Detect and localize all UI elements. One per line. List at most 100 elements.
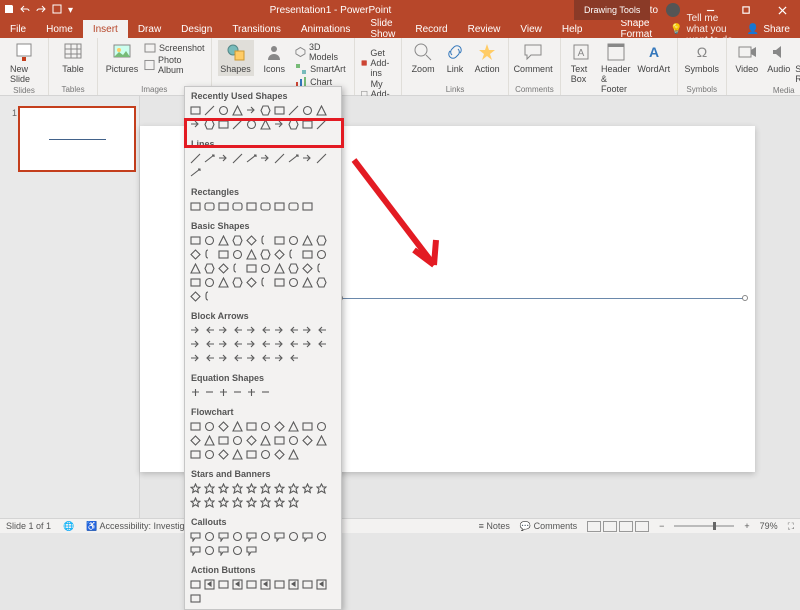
shape-item[interactable] [189,530,202,543]
shape-item[interactable] [217,434,230,447]
zoom-out-button[interactable]: − [659,521,664,531]
avatar[interactable] [666,3,680,17]
tab-design[interactable]: Design [171,20,222,38]
shape-item[interactable] [287,324,300,337]
language-indicator[interactable]: 🌐 [63,521,74,532]
shape-item[interactable] [189,544,202,557]
shape-item[interactable] [245,352,258,365]
shape-item[interactable] [189,482,202,495]
shape-item[interactable] [259,200,272,213]
undo-icon[interactable] [20,4,30,17]
shape-item[interactable] [259,338,272,351]
shape-item[interactable] [315,578,328,591]
shape-item[interactable] [273,104,286,117]
shape-item[interactable] [231,118,244,131]
line-handle-right[interactable] [742,295,748,301]
shape-item[interactable] [189,496,202,509]
shape-item[interactable] [287,530,300,543]
shape-item[interactable] [259,262,272,275]
view-buttons[interactable] [587,521,649,532]
shape-item[interactable] [245,482,258,495]
shape-item[interactable] [259,420,272,433]
zoom-level[interactable]: 79% [760,521,778,531]
shape-item[interactable] [231,482,244,495]
shape-item[interactable] [273,482,286,495]
shape-item[interactable] [189,352,202,365]
shape-item[interactable] [301,578,314,591]
shape-item[interactable] [189,234,202,247]
shape-item[interactable] [301,420,314,433]
symbols-button[interactable]: ΩSymbols [684,40,720,76]
shape-item[interactable] [231,352,244,365]
tab-draw[interactable]: Draw [128,20,171,38]
shape-item[interactable] [217,276,230,289]
shape-item[interactable] [273,448,286,461]
shape-item[interactable] [259,118,272,131]
shape-item[interactable] [203,434,216,447]
shape-item[interactable] [245,152,258,165]
shape-item[interactable] [273,200,286,213]
shape-item[interactable] [315,118,328,131]
fit-button[interactable]: ⛶ [788,521,794,532]
shape-item[interactable] [217,420,230,433]
shape-item[interactable] [231,324,244,337]
shape-item[interactable] [203,482,216,495]
table-button[interactable]: Table [55,40,91,76]
tab-review[interactable]: Review [458,20,511,38]
shape-item[interactable] [231,496,244,509]
shape-item[interactable] [273,248,286,261]
shape-item[interactable] [315,482,328,495]
shape-item[interactable] [245,386,258,399]
tab-file[interactable]: File [0,20,36,38]
shape-item[interactable] [287,578,300,591]
shape-item[interactable] [203,544,216,557]
shape-item[interactable] [301,104,314,117]
shape-item[interactable] [245,496,258,509]
shape-item[interactable] [259,496,272,509]
shape-item[interactable] [245,544,258,557]
shape-item[interactable] [273,530,286,543]
shape-item[interactable] [245,578,258,591]
textbox-button[interactable]: AText Box [567,40,595,86]
shape-item[interactable] [231,530,244,543]
shape-item[interactable] [217,386,230,399]
shape-item[interactable] [273,434,286,447]
shape-item[interactable] [301,530,314,543]
shape-item[interactable] [245,234,258,247]
shape-item[interactable] [203,352,216,365]
zoom-slider[interactable] [674,525,734,527]
notes-button[interactable]: ≡ Notes [479,521,510,531]
shape-item[interactable] [203,152,216,165]
shape-item[interactable] [315,152,328,165]
shape-item[interactable] [287,248,300,261]
shape-item[interactable] [203,234,216,247]
shape-item[interactable] [259,152,272,165]
shape-item[interactable] [231,434,244,447]
shape-item[interactable] [203,290,216,303]
shape-item[interactable] [245,104,258,117]
shape-item[interactable] [231,200,244,213]
shape-item[interactable] [287,496,300,509]
shape-item[interactable] [259,352,272,365]
shape-item[interactable] [287,118,300,131]
close-button[interactable] [768,1,796,19]
shape-item[interactable] [315,434,328,447]
shape-item[interactable] [231,248,244,261]
shape-item[interactable] [287,200,300,213]
shape-item[interactable] [259,104,272,117]
get-addins-button[interactable]: Get Add-ins [361,48,395,78]
shape-item[interactable] [203,248,216,261]
shape-item[interactable] [203,262,216,275]
share-button[interactable]: 👤 Share [737,20,800,38]
shape-item[interactable] [189,248,202,261]
icons-button[interactable]: Icons [258,40,292,76]
shape-item[interactable] [259,482,272,495]
comment-button[interactable]: Comment [515,40,551,76]
shape-item[interactable] [203,386,216,399]
shape-item[interactable] [217,324,230,337]
shape-item[interactable] [287,262,300,275]
shape-item[interactable] [273,420,286,433]
shape-item[interactable] [231,338,244,351]
shape-item[interactable] [245,118,258,131]
shape-item[interactable] [217,338,230,351]
